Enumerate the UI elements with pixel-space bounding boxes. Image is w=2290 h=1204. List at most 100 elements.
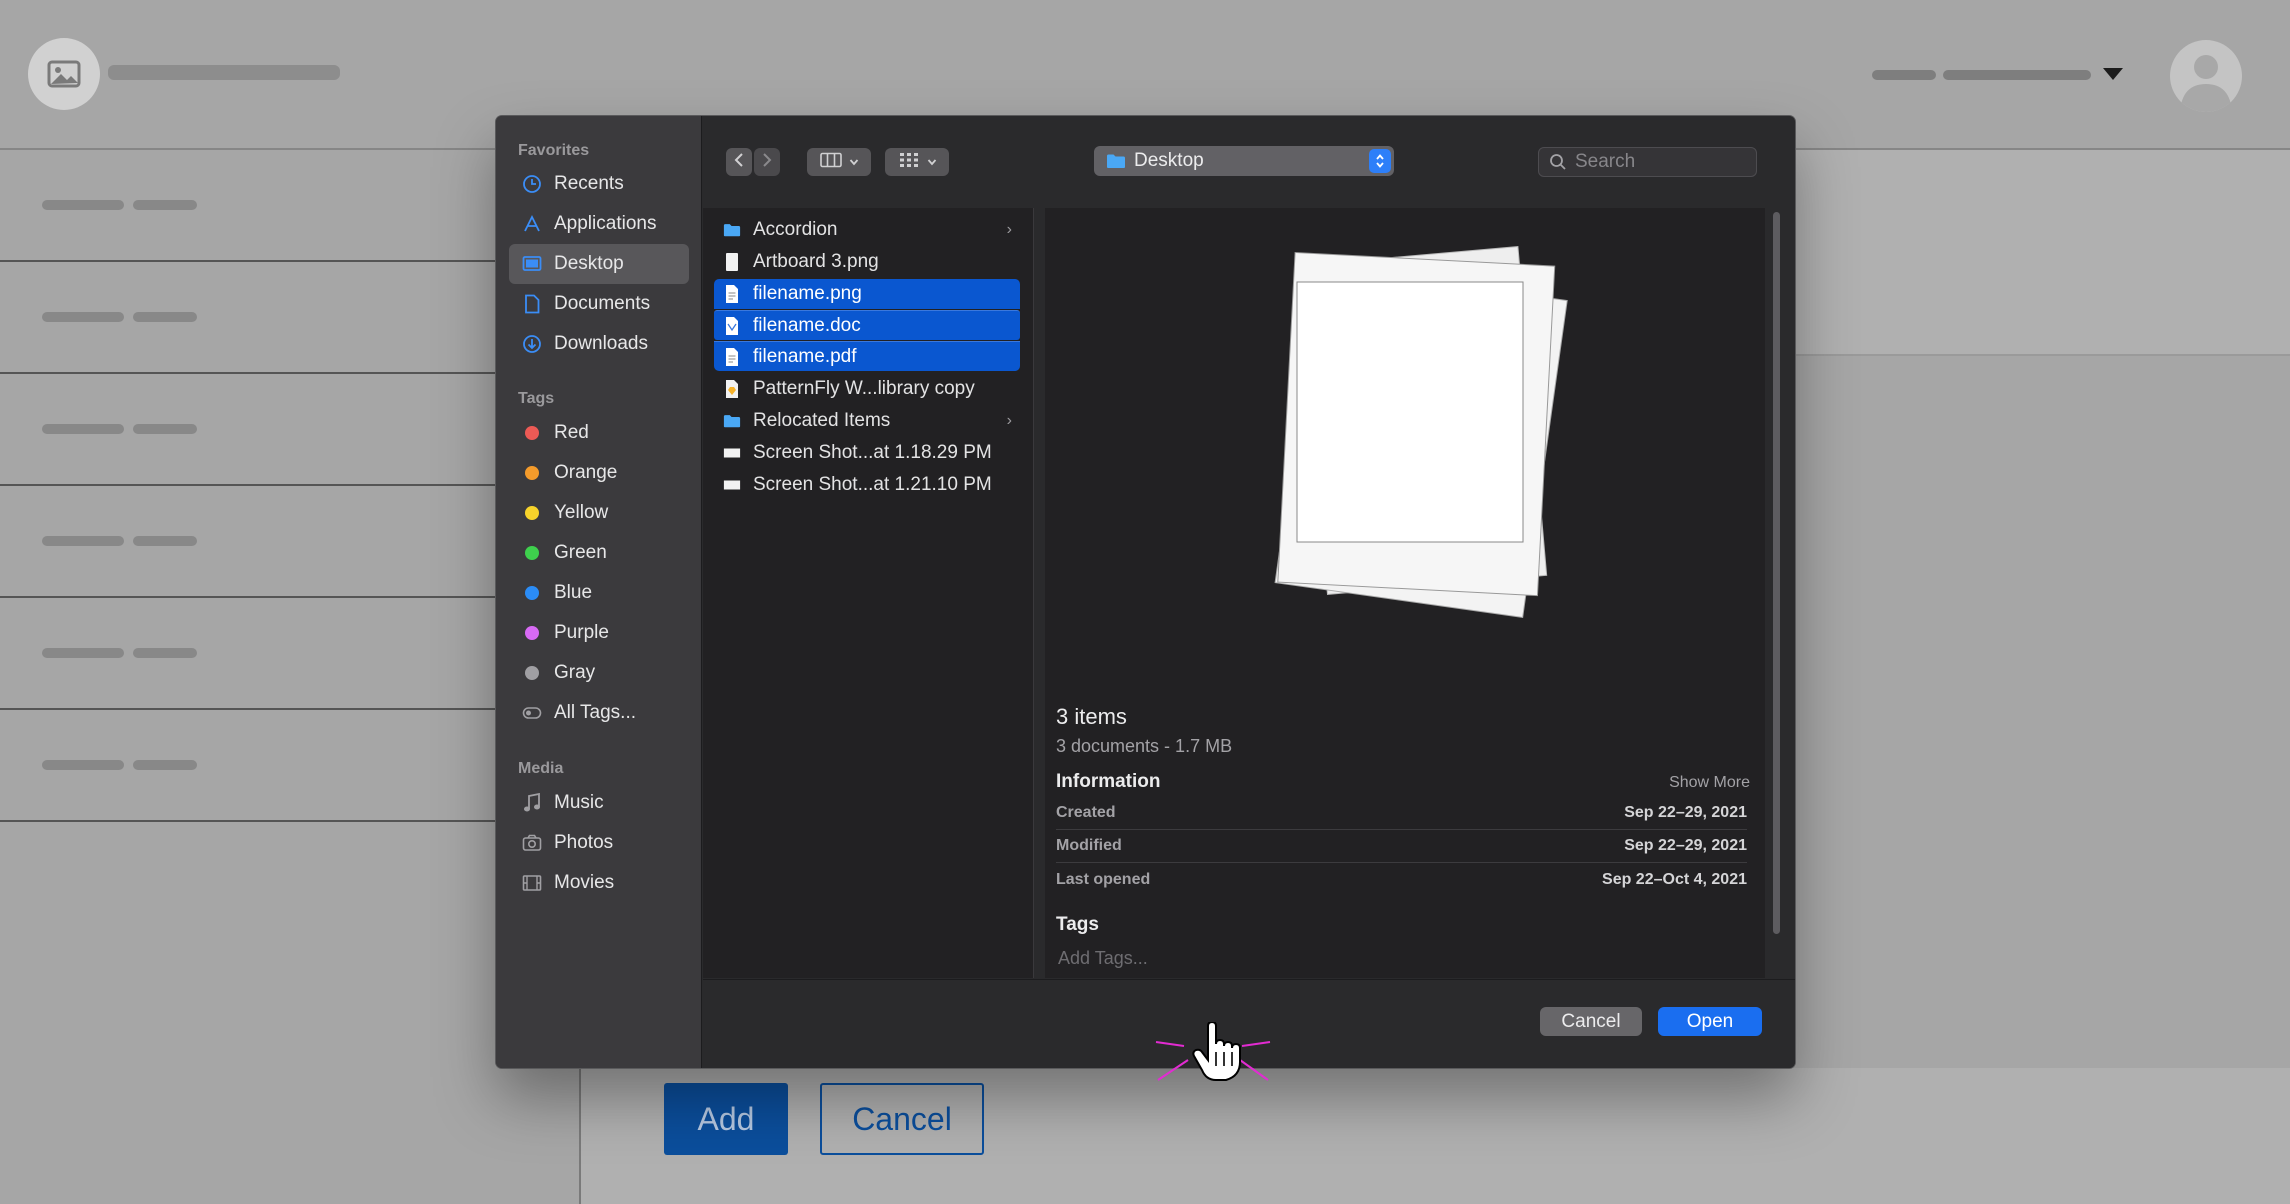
all-tags-icon	[522, 703, 542, 723]
show-more-link[interactable]: Show More	[1669, 774, 1750, 792]
tags-section-label: Tags	[518, 390, 555, 407]
sidebar-item-applications[interactable]: Applications	[509, 204, 689, 244]
chevron-right-icon: ›	[1006, 412, 1012, 429]
background-row	[0, 710, 496, 822]
search-icon	[1549, 153, 1567, 171]
document-file-icon	[723, 316, 741, 336]
favorites-section-label: Favorites	[518, 142, 590, 159]
green-tag-dot-icon	[525, 546, 539, 560]
background-row	[0, 150, 496, 262]
sidebar-item-label: Red	[554, 422, 589, 443]
search-input[interactable]: Search	[1538, 147, 1757, 177]
sidebar-tag-yellow[interactable]: Yellow	[509, 493, 689, 533]
dialog-sidebar: Favorites Recents Applications Desktop D…	[496, 116, 702, 1068]
scrollbar-thumb[interactable]	[1773, 212, 1780, 934]
info-key: Created	[1056, 804, 1116, 821]
file-name: Screen Shot...at 1.21.10 PM	[753, 474, 992, 495]
sidebar-item-label: Applications	[554, 213, 657, 234]
list-item-file-selected[interactable]: filename.png	[714, 279, 1020, 309]
document-file-icon	[723, 347, 741, 367]
stacked-documents-thumbnail	[1185, 218, 1605, 678]
cancel-button[interactable]: Cancel	[1540, 1007, 1642, 1036]
info-value: Sep 22–29, 2021	[1624, 837, 1747, 854]
list-item-file-selected[interactable]: filename.pdf	[714, 341, 1020, 371]
group-by-button[interactable]	[885, 148, 949, 176]
add-tags-field[interactable]: Add Tags...	[1058, 948, 1148, 969]
file-name: filename.png	[753, 283, 862, 304]
hand-cursor-icon	[1150, 1020, 1278, 1082]
sidebar-item-photos[interactable]: Photos	[509, 823, 689, 863]
list-item-file[interactable]: Screen Shot...at 1.21.10 PM	[714, 470, 1020, 500]
file-name: Accordion	[753, 219, 838, 240]
chevron-right-icon: ›	[1006, 221, 1012, 238]
sidebar-item-label: Photos	[554, 832, 614, 853]
file-name: Relocated Items	[753, 410, 891, 431]
orange-tag-dot-icon	[525, 466, 539, 480]
yellow-tag-dot-icon	[525, 506, 539, 520]
list-item-file[interactable]: Artboard 3.png	[714, 247, 1020, 277]
open-button[interactable]: Open	[1658, 1007, 1762, 1036]
background-cancel-button[interactable]: Cancel	[820, 1083, 984, 1155]
folder-icon	[1106, 153, 1126, 169]
sidebar-tag-orange[interactable]: Orange	[509, 453, 689, 493]
file-name: filename.doc	[753, 314, 861, 336]
music-icon	[522, 793, 542, 813]
add-button[interactable]: Add	[664, 1083, 788, 1155]
sidebar-item-movies[interactable]: Movies	[509, 863, 689, 903]
sidebar-item-label: Desktop	[554, 253, 624, 274]
sidebar-item-label: Blue	[554, 582, 593, 603]
avatar	[2170, 40, 2242, 112]
sidebar-item-label: Yellow	[554, 502, 609, 523]
blue-tag-dot-icon	[525, 586, 539, 600]
sidebar-tag-green[interactable]: Green	[509, 533, 689, 573]
desktop-icon	[522, 254, 542, 274]
header-skeleton-short	[1872, 70, 1936, 80]
sidebar-item-label: Movies	[554, 872, 615, 893]
location-popup[interactable]: Desktop	[1094, 146, 1394, 176]
image-placeholder-icon	[28, 38, 100, 110]
sidebar-item-music[interactable]: Music	[509, 783, 689, 823]
list-item-file[interactable]: Screen Shot...at 1.18.29 PM	[714, 438, 1020, 468]
view-columns-button[interactable]	[807, 148, 871, 176]
media-section-label: Media	[518, 760, 564, 777]
list-item-file[interactable]: PatternFly W...library copy	[714, 374, 1020, 404]
columns-view-icon	[819, 152, 842, 173]
preview-scrollbar[interactable]	[1770, 212, 1782, 978]
file-name: Screen Shot...at 1.18.29 PM	[753, 442, 992, 463]
info-row-modified: Modified Sep 22–29, 2021	[1056, 830, 1747, 863]
sidebar-tag-red[interactable]: Red	[509, 413, 689, 453]
info-value: Sep 22–Oct 4, 2021	[1602, 870, 1747, 888]
sidebar-item-all-tags[interactable]: All Tags...	[509, 693, 689, 733]
sidebar-tag-gray[interactable]: Gray	[509, 653, 689, 693]
file-open-dialog: Favorites Recents Applications Desktop D…	[496, 116, 1795, 1068]
sidebar-item-documents[interactable]: Documents	[509, 284, 689, 324]
forward-button[interactable]	[754, 148, 780, 176]
list-item-folder[interactable]: Relocated Items ›	[714, 406, 1020, 436]
sidebar-item-desktop[interactable]: Desktop	[509, 244, 689, 284]
back-button[interactable]	[726, 148, 752, 176]
gray-tag-dot-icon	[525, 666, 539, 680]
info-key: Modified	[1056, 837, 1122, 854]
background-row	[0, 486, 496, 598]
sidebar-item-downloads[interactable]: Downloads	[509, 324, 689, 364]
grid-icon	[898, 152, 920, 173]
sidebar-tag-blue[interactable]: Blue	[509, 573, 689, 613]
list-item-file-selected[interactable]: filename.doc	[714, 310, 1020, 340]
file-name: PatternFly W...library copy	[753, 378, 975, 399]
file-list-column: Accordion › Artboard 3.png filename.png …	[703, 208, 1034, 1068]
sidebar-item-label: Orange	[554, 462, 618, 483]
file-name: Artboard 3.png	[753, 251, 879, 272]
background-row	[0, 598, 496, 710]
sketch-file-icon	[723, 379, 741, 399]
location-label: Desktop	[1134, 150, 1204, 171]
chevron-down-icon	[849, 153, 859, 171]
sidebar-tag-purple[interactable]: Purple	[509, 613, 689, 653]
sidebar-item-label: Downloads	[554, 333, 648, 354]
file-name: filename.pdf	[753, 345, 857, 367]
sidebar-item-recents[interactable]: Recents	[509, 164, 689, 204]
chevron-down-icon	[927, 153, 937, 171]
list-item-folder[interactable]: Accordion ›	[714, 215, 1020, 245]
sidebar-item-label: Purple	[554, 622, 609, 643]
dialog-main: Desktop Search Accordion › Artboard 3.pn…	[703, 116, 1795, 1068]
document-icon	[522, 294, 542, 314]
